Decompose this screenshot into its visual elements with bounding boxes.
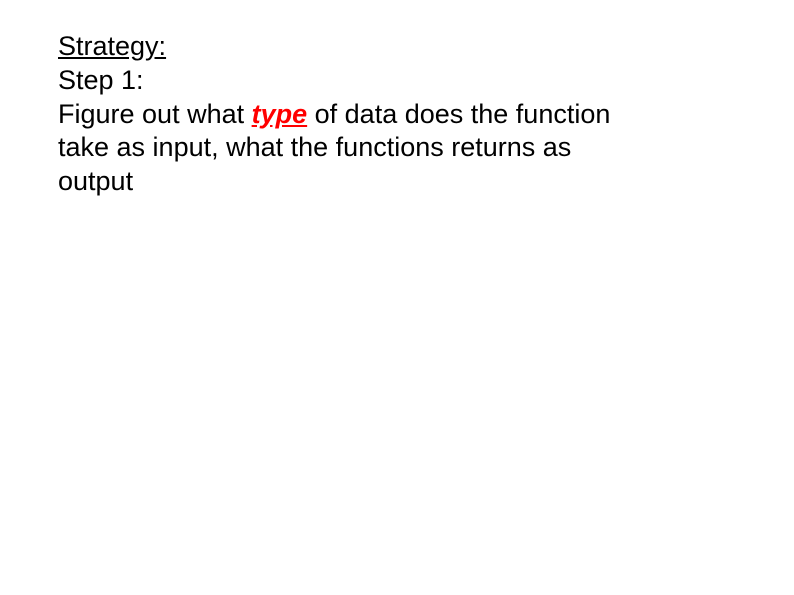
step-label: Step 1: [58,64,694,98]
slide-body: Figure out what type of data does the fu… [58,98,638,199]
type-word: type [252,99,308,129]
body-pre: Figure out what [58,99,252,129]
slide-content: Strategy: Step 1: Figure out what type o… [0,0,794,199]
slide-heading: Strategy: [58,30,694,64]
